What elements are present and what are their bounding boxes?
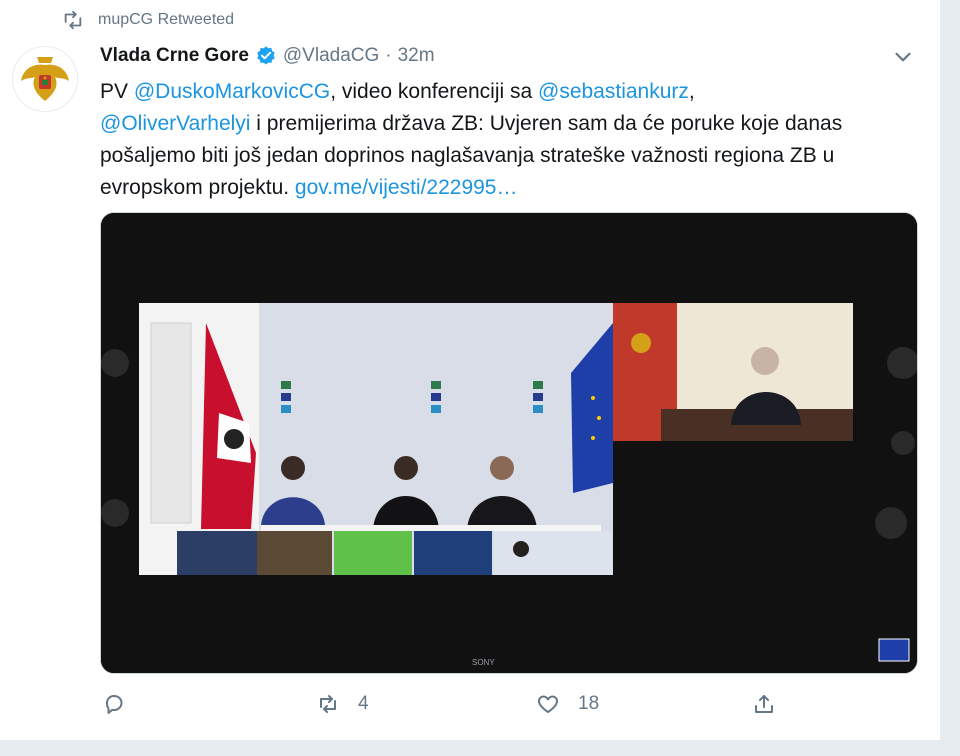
timestamp[interactable]: 32m xyxy=(398,45,435,67)
share-button[interactable] xyxy=(752,692,776,716)
retweet-icon xyxy=(64,10,82,30)
like-button[interactable]: 18 xyxy=(536,692,599,716)
retweet-count: 4 xyxy=(358,693,369,714)
reply-button[interactable] xyxy=(102,692,126,716)
retweet-icon xyxy=(320,695,336,713)
tweet-actions: 4 18 xyxy=(100,690,820,718)
like-count: 18 xyxy=(578,693,600,714)
tv-brand-label: SONY xyxy=(472,658,495,667)
handle[interactable]: @VladaCG xyxy=(283,45,379,67)
share-icon xyxy=(755,695,773,713)
tweet-text-part: , xyxy=(688,80,695,103)
url-link[interactable]: gov.me/vijesti/222995… xyxy=(295,176,518,199)
video-conference-photo: SONY xyxy=(101,213,917,673)
retweet-context: mupCG Retweeted xyxy=(62,8,234,32)
verified-badge-icon xyxy=(257,46,275,65)
separator: · xyxy=(385,45,392,66)
mention-link[interactable]: @sebastiankurz xyxy=(538,80,689,103)
tweet-header: Vlada Crne Gore @VladaCG · 32m xyxy=(100,42,435,70)
heart-icon xyxy=(538,695,558,713)
tweet-text-part: , video konferenciji sa xyxy=(330,80,538,103)
mention-link[interactable]: @OliverVarhelyi xyxy=(100,112,250,135)
avatar[interactable] xyxy=(12,46,78,112)
tweet-text: PV @DuskoMarkovicCG, video konferenciji … xyxy=(100,76,890,204)
tweet-text-part: PV xyxy=(100,80,134,103)
reply-icon xyxy=(106,695,123,714)
coat-of-arms-icon xyxy=(13,47,77,111)
chevron-down-icon[interactable] xyxy=(890,44,916,70)
retweet-button[interactable]: 4 xyxy=(316,692,369,716)
tweet-media-photo[interactable]: SONY xyxy=(100,212,918,674)
display-name[interactable]: Vlada Crne Gore xyxy=(100,45,249,67)
tweet-card[interactable]: mupCG Retweeted Vlada Crne Gore @VladaCG… xyxy=(0,0,941,741)
mention-link[interactable]: @DuskoMarkovicCG xyxy=(134,80,330,103)
retweeted-by-label[interactable]: mupCG Retweeted xyxy=(98,11,234,29)
